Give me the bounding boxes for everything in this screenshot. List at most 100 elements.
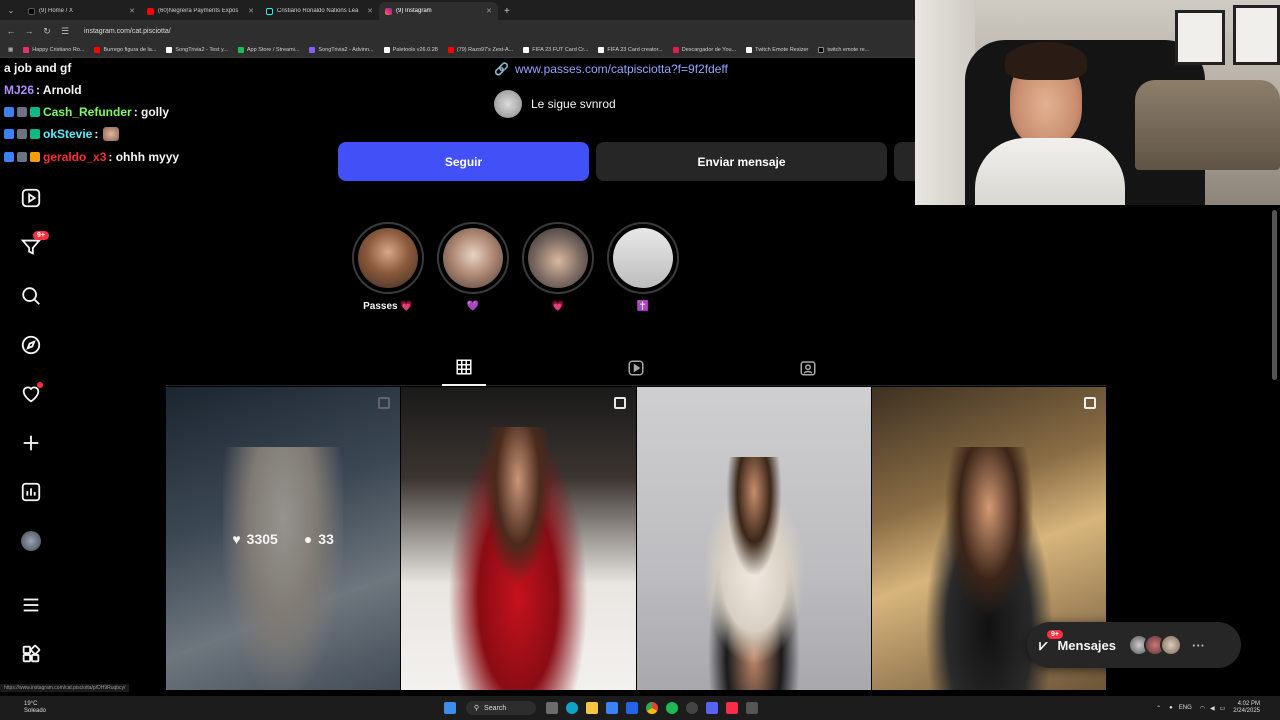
bookmark-item[interactable]: Twitch Emote Resizer [746,46,808,53]
search-nav-icon[interactable] [19,284,43,308]
site-info-icon[interactable]: ☰ [60,26,70,37]
profile-external-link[interactable]: 🔗 www.passes.com/catpisciotta?f=9f2fdeff [494,62,728,76]
messages-badge: 9+ [1047,629,1063,639]
page-scrollbar[interactable] [1272,210,1277,380]
tray-chevron-icon[interactable]: ⌃ [1156,705,1161,712]
chat-badge-icon [17,107,27,117]
post-image [448,427,589,690]
tab-search-icon[interactable]: ⌄ [0,0,22,20]
highlight-emoji: 💜 [466,301,480,312]
bookmark-item[interactable]: SongTrivia2 - Test y... [166,46,228,53]
bookmark-item[interactable]: App Store / Streami... [237,46,299,53]
bookmark-item[interactable]: (79) Razo97's Zest-A... [447,46,513,53]
post-thumbnail[interactable] [636,387,871,690]
messages-button[interactable]: ⩗ 9+ Mensajes ··· [1027,622,1241,668]
notifications-nav-icon[interactable]: 9+ [19,231,49,259]
chrome-icon[interactable] [646,702,659,714]
bookmark-item[interactable]: twitch emote re... [818,46,869,53]
new-tab-button[interactable]: + [498,2,516,20]
followed-by[interactable]: Le sigue svnrod [494,90,616,118]
browser-tab-youtube[interactable]: (60)Negreira Payments Expos ✕ [141,2,260,20]
profile-avatar-nav[interactable] [19,529,43,553]
language-indicator[interactable]: ENG [1179,705,1192,711]
highlight-label: Passes [363,301,398,312]
mail-icon[interactable] [626,702,639,714]
chat-line: geraldo_x3 : ohhh myyy [4,150,179,164]
heart-nav-icon[interactable] [19,382,43,406]
highlight-emoji: 💗 [551,301,565,312]
chat-badge-icon [30,152,40,162]
browser-tab-x[interactable]: (9) Home / X ✕ [22,2,141,20]
explore-nav-icon[interactable] [19,333,43,357]
tab-reels[interactable] [614,350,658,386]
store-icon[interactable] [606,702,619,714]
send-message-button[interactable]: Enviar mensaje [596,142,887,181]
forward-arrow-icon[interactable]: → [24,26,34,36]
follower-avatar [494,90,522,118]
chat-badge-icon [17,152,27,162]
notifications-badge: 9+ [33,231,49,240]
bookmark-item[interactable]: Descargador de You... [672,46,736,53]
clock[interactable]: 4:02 PM 2/24/2025 [1233,701,1260,715]
spotify-icon[interactable] [666,702,679,714]
close-icon[interactable]: ✕ [486,7,492,15]
menu-nav-icon[interactable] [19,593,43,617]
story-highlight[interactable]: ✝️ [607,222,679,313]
windows-start-icon[interactable] [443,702,456,714]
discord-icon[interactable] [706,702,719,714]
music-icon[interactable] [726,702,739,714]
likes-count: 3305 [246,530,278,547]
highlight-emoji: ✝️ [636,301,650,312]
carousel-icon [613,397,626,409]
chat-badge-icon [30,107,40,117]
follow-button[interactable]: Seguir [338,142,589,181]
chat-badge-icon [4,107,14,117]
edge-icon[interactable] [566,702,579,714]
taskbar-search[interactable]: ⚲ Search [465,701,537,715]
close-icon[interactable]: ✕ [129,7,135,15]
highlight-thumbnail [358,228,418,288]
chat-line: okStevie : [4,127,120,141]
bookmark-item[interactable]: Happy Cristiano Ro... [23,46,84,53]
bookmark-item[interactable]: Burrego figura de la... [94,46,156,53]
file-explorer-icon[interactable] [586,702,599,714]
bookmark-item[interactable]: Paletools v26.0.28 [383,46,438,53]
back-arrow-icon[interactable]: ← [6,26,16,36]
story-highlight[interactable]: 💜 [437,222,509,313]
bookmark-item[interactable]: FIFA 23 FUT Card Cr... [523,46,588,53]
apps-nav-icon[interactable] [19,642,43,666]
battery-icon[interactable]: ▭ [1220,705,1226,712]
browser-tab-instagram[interactable]: (9) Instagram ✕ [379,2,498,20]
tab-posts[interactable] [442,350,486,386]
status-url: https://www.instagram.com/cat.pisciotta/… [0,684,130,692]
post-thumbnail[interactable]: ♥ 3305 ● 33 [166,387,401,690]
posts-grid: ♥ 3305 ● 33 [166,387,1106,690]
messages-label: Mensajes [1057,637,1117,653]
obs-icon[interactable] [686,702,699,714]
story-highlight[interactable]: Passes 💗 [352,222,424,313]
x-favicon-icon [28,7,35,15]
tab-tagged[interactable] [786,350,830,386]
close-icon[interactable]: ✕ [367,7,373,15]
post-thumbnail[interactable] [401,387,636,690]
weather-widget[interactable]: 19°C Soleado [0,701,46,715]
reload-icon[interactable]: ↻ [42,26,52,37]
chat-username: MJ26 [4,83,35,97]
chat-username: geraldo_x3 [43,150,107,164]
volume-icon[interactable]: ◀ [1210,705,1215,712]
reels-nav-icon[interactable] [19,186,43,210]
bookmark-item[interactable]: SongTrivia2 - Advinn... [309,46,374,53]
close-icon[interactable]: ✕ [248,7,254,15]
story-highlight[interactable]: 💗 [522,222,594,313]
create-nav-icon[interactable] [19,431,43,455]
task-view-icon[interactable] [546,702,559,714]
url-field[interactable]: instagram.com/cat.pisciotta/ [84,28,171,35]
mic-icon[interactable]: ● [1169,705,1173,711]
dashboard-nav-icon[interactable] [19,480,43,504]
apps-grid-icon[interactable]: ▦ [8,47,13,53]
wifi-icon[interactable]: ◠ [1200,705,1205,712]
browser-tab-tiktok[interactable]: Cristiano Ronaldo Nations Lea ✕ [260,2,379,20]
bookmark-item[interactable]: FIFA 23 Card creator... [598,46,663,53]
person-shirt [975,138,1125,205]
app-icon[interactable] [746,702,759,714]
